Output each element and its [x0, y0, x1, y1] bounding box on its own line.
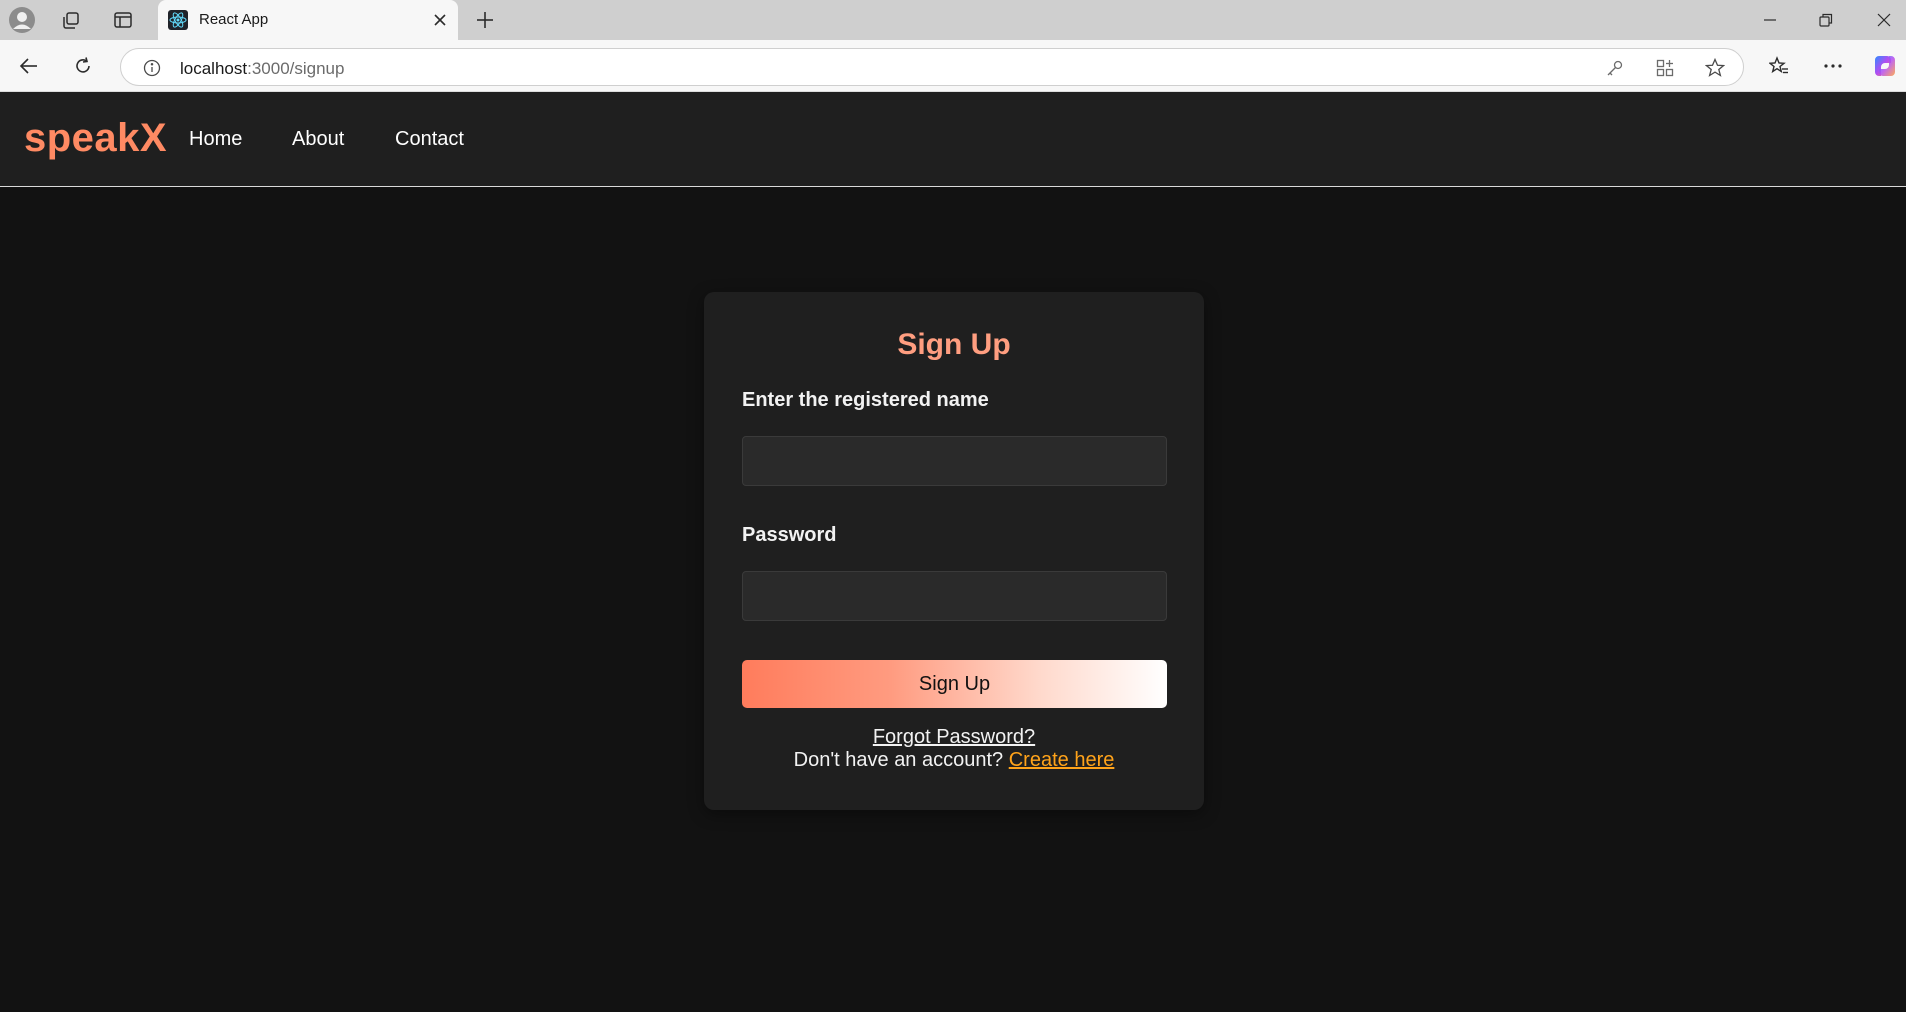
signup-title: Sign Up [897, 328, 1011, 361]
close-tab-icon[interactable] [428, 8, 452, 32]
app-available-icon[interactable] [1653, 57, 1677, 79]
create-account-link[interactable]: Create here [1009, 749, 1115, 771]
url-path: :3000/signup [247, 59, 345, 78]
refresh-icon[interactable] [66, 50, 100, 82]
password-input[interactable] [742, 571, 1167, 621]
react-logo-icon [168, 10, 188, 30]
favorite-star-icon[interactable] [1703, 57, 1727, 79]
copilot-icon[interactable] [1868, 50, 1902, 82]
signup-button[interactable]: Sign Up [742, 660, 1167, 708]
minimize-icon[interactable] [1752, 6, 1788, 34]
name-label: Enter the registered name [742, 389, 989, 411]
restore-icon[interactable] [1808, 6, 1844, 34]
create-account-row: Don't have an account? Create here [704, 749, 1204, 772]
no-account-text: Don't have an account? [793, 749, 1004, 771]
workspaces-icon[interactable] [56, 6, 86, 34]
nav-link-about[interactable]: About [292, 128, 344, 151]
new-tab-icon[interactable] [470, 6, 500, 34]
forgot-password-row: Forgot Password? [704, 726, 1204, 749]
active-tab[interactable]: React App [158, 0, 458, 40]
url-text: localhost:3000/signup [180, 59, 344, 79]
signup-card: Sign Up Enter the registered name Passwo… [704, 292, 1204, 810]
more-options-icon[interactable] [1816, 50, 1850, 82]
browser-address-bar: localhost:3000/signup [0, 40, 1906, 92]
password-label: Password [742, 524, 837, 546]
app-navbar: speakX Home About Contact [0, 92, 1906, 187]
url-bar[interactable]: localhost:3000/signup [120, 48, 1744, 86]
brand-logo[interactable]: speakX [24, 116, 167, 161]
profile-icon[interactable] [4, 4, 40, 36]
password-key-icon[interactable] [1603, 57, 1627, 79]
tab-actions-icon[interactable] [108, 6, 138, 34]
favorites-icon[interactable] [1762, 50, 1796, 82]
site-info-icon[interactable] [141, 57, 163, 79]
nav-link-contact[interactable]: Contact [395, 128, 464, 151]
close-window-icon[interactable] [1866, 6, 1902, 34]
back-icon[interactable] [12, 50, 46, 82]
tab-title: React App [199, 11, 269, 28]
name-input[interactable] [742, 436, 1167, 486]
nav-link-home[interactable]: Home [189, 128, 242, 151]
browser-tab-bar: React App [0, 0, 1906, 40]
forgot-password-link[interactable]: Forgot Password? [873, 726, 1035, 748]
url-host: localhost [180, 59, 248, 78]
